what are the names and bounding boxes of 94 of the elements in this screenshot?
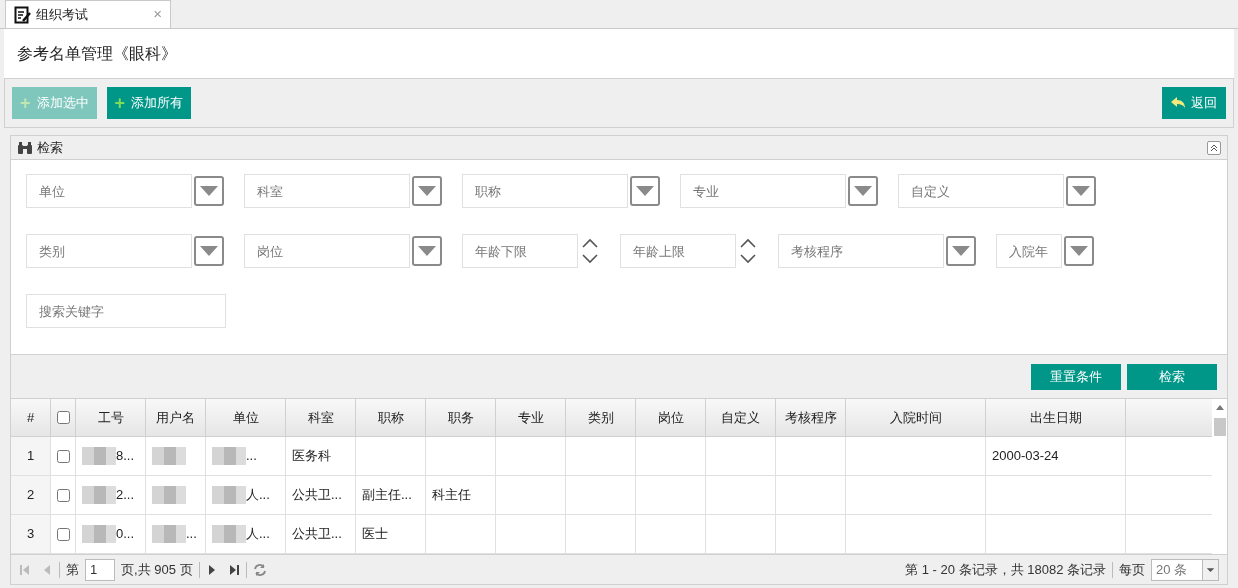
page-label: 第 [66,560,79,579]
input-field[interactable]: 考核程序 [778,234,944,268]
table-cell-text: 人... [246,525,270,544]
row-number: 3 [26,525,35,544]
input-field[interactable]: 类别 [26,234,192,268]
collapse-icon [1210,143,1218,152]
record-summary: 第 1 - 20 条记录，共 18082 条记录 [905,560,1106,579]
plus-icon: + [114,94,126,112]
column-header: 职务 [447,408,474,427]
close-button[interactable]: × [153,3,162,26]
dropdown-button[interactable] [848,176,878,206]
scroll-up-icon[interactable] [1215,405,1224,410]
table-cell-text: 8... [116,447,135,466]
column-header: 出生日期 [1029,408,1082,427]
select-all-checkbox[interactable] [56,411,70,424]
table-cell-text: 人... [246,486,270,505]
column-header: 科室 [307,408,334,427]
row-number: 1 [26,447,35,466]
table-cell-text: 0... [116,525,135,544]
binoculars-icon [17,141,33,154]
row-checkbox[interactable] [56,449,70,463]
row-checkbox[interactable] [56,527,70,541]
table-cell-text: 医务科 [292,447,331,466]
column-header: 工号 [97,408,124,427]
dropdown-button[interactable] [1066,176,1096,206]
column-header: 自定义 [721,408,760,427]
scroll-thumb[interactable] [1213,418,1226,436]
caret-down-icon [418,246,436,256]
input-field[interactable]: 入院年 [996,234,1062,268]
dropdown-button[interactable] [412,236,442,266]
dropdown-button[interactable] [630,176,660,206]
panel-title: 检索 [37,138,63,157]
column-header: 用户名 [156,408,195,427]
input-field[interactable]: 年龄下限 [462,234,578,268]
column-header: 考核程序 [784,408,837,427]
tab[interactable]: 组织考试 × [5,0,171,28]
input-field[interactable]: 科室 [244,174,410,208]
column-header: 入院时间 [889,408,942,427]
dropdown-button[interactable] [412,176,442,206]
table-cell-text: ... [186,525,197,544]
spinner-icon[interactable] [738,236,758,266]
column-header: 专业 [517,408,544,427]
caret-down-icon [200,186,218,196]
page-input[interactable]: 1 [85,558,115,581]
input-field[interactable]: 职称 [462,174,628,208]
caret-down-icon [636,186,654,196]
table-cell-text: 公共卫... [292,525,342,544]
column-header: 单位 [232,408,259,427]
table-cell-text: 副主任... [362,486,412,505]
page-total: 页,共 905 页 [121,560,193,579]
plus-icon: + [20,94,31,112]
caret-down-icon [1202,559,1218,580]
column-header: 类别 [587,408,614,427]
caret-down-icon [200,246,218,256]
column-header: 职称 [377,408,404,427]
column-header: # [26,408,35,427]
input-field[interactable]: 专业 [680,174,846,208]
refresh-icon[interactable] [252,562,267,577]
table-cell-text: 2... [116,486,135,505]
edit-document-icon [14,5,32,24]
input-field[interactable]: 年龄上限 [620,234,736,268]
page-title: 参考名单管理《眼科》 [17,43,177,64]
caret-down-icon [1072,186,1090,196]
caret-down-icon [418,186,436,196]
dropdown-button[interactable] [1064,236,1094,266]
caret-down-icon [854,186,872,196]
row-checkbox[interactable] [56,488,70,502]
dropdown-button[interactable] [946,236,976,266]
input-field[interactable]: 岗位 [244,234,410,268]
per-page-select[interactable]: 20 条 [1151,558,1219,581]
search-action-button[interactable]: 重置条件 [1031,363,1121,390]
table-cell-text: 2000-03-24 [992,447,1059,466]
table-cell-text: 公共卫... [292,486,342,505]
input-field[interactable]: 单位 [26,174,192,208]
dropdown-button[interactable] [194,236,224,266]
per-page-label: 每页 [1119,560,1145,579]
row-number: 2 [26,486,35,505]
return-arrow-icon [1171,97,1185,109]
caret-down-icon [1070,246,1088,256]
search-action-button[interactable]: 检索 [1127,363,1217,390]
last-page-icon[interactable] [227,563,240,576]
table-cell-text: ... [246,447,257,466]
input-field[interactable]: 自定义 [898,174,1064,208]
caret-down-icon [952,246,970,256]
tab-title: 组织考试 [36,5,88,24]
collapse-button[interactable] [1207,140,1221,155]
spinner-icon[interactable] [580,236,600,266]
dropdown-button[interactable] [194,176,224,206]
add-button[interactable]: + 添加所有 [106,87,192,119]
table-cell-text: 科主任 [432,486,471,505]
table-cell-text: 医士 [362,525,388,544]
back-button[interactable]: 返回 [1162,87,1226,119]
column-header: 岗位 [657,408,684,427]
input-field[interactable]: 搜索关键字 [26,294,226,328]
